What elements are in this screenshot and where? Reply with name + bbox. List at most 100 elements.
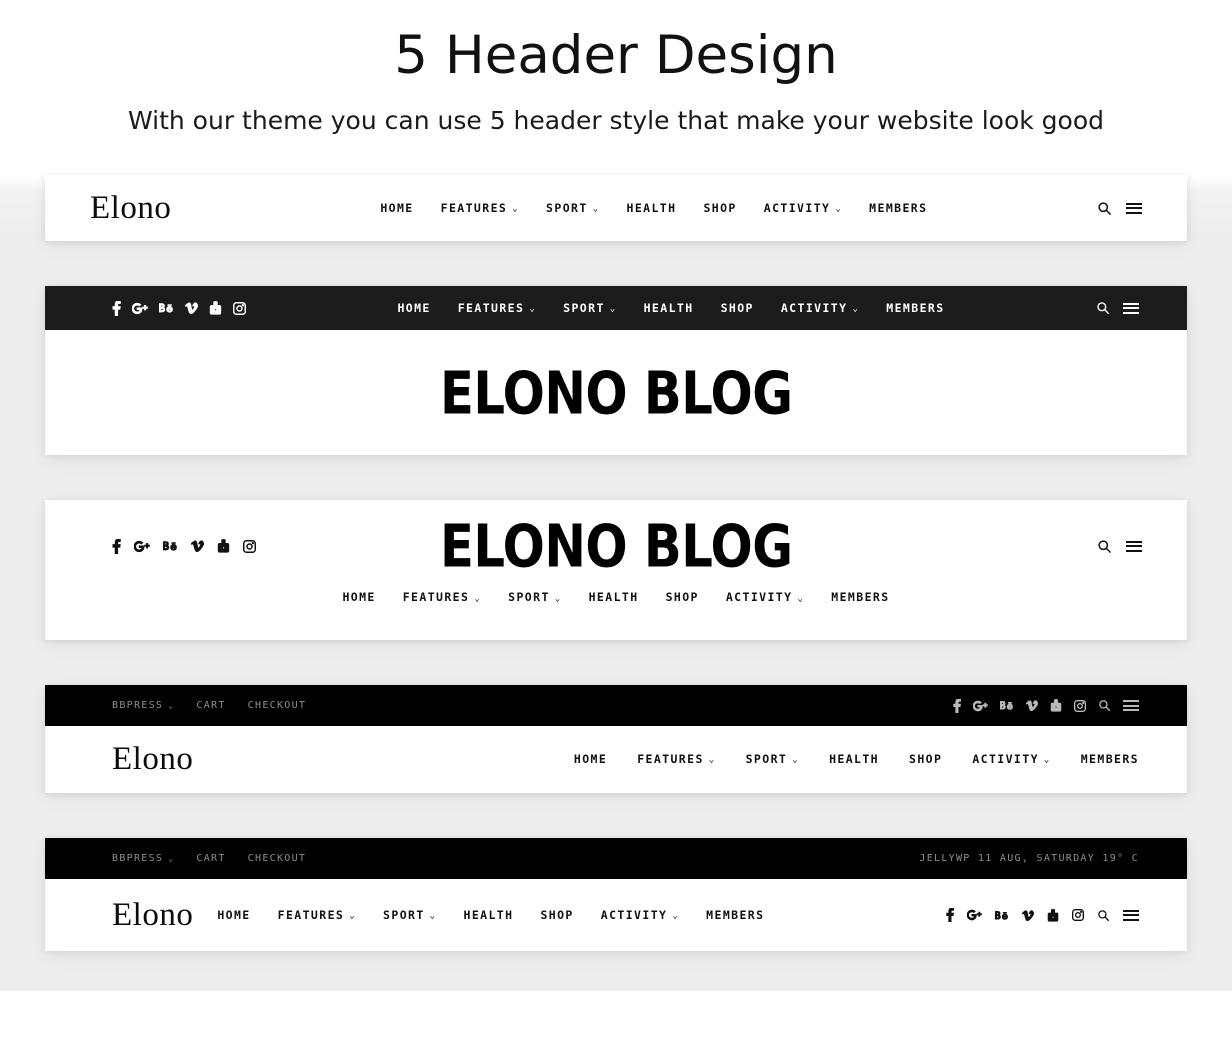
header-5-topbar: BBPRESS ⌄ CART CHECKOUT JELLYWP 11 AUG, S… — [45, 838, 1187, 880]
nav-item-members[interactable]: MEMBERS — [706, 909, 764, 922]
instagram-icon[interactable] — [1072, 909, 1084, 922]
nav-item-home[interactable]: HOME — [380, 200, 414, 215]
nav-item-features[interactable]: FEATURES ⌄ — [458, 302, 536, 315]
nav-item-members[interactable]: MEMBERS — [886, 300, 945, 315]
nav-label: MEMBERS — [1080, 752, 1139, 767]
nav-label: SHOP — [720, 300, 754, 315]
topbar-link-bbpress[interactable]: BBPRESS ⌄ — [112, 700, 174, 711]
googleplus-icon[interactable] — [132, 302, 148, 315]
youtube-icon[interactable] — [1047, 909, 1059, 922]
nav-item-shop[interactable]: SHOP — [720, 300, 754, 315]
nav-item-members[interactable]: MEMBERS — [831, 592, 889, 604]
nav-item-home[interactable]: HOME — [342, 592, 375, 604]
nav-item-activity[interactable]: ACTIVITY ⌄ — [972, 754, 1050, 766]
search-icon[interactable] — [1097, 201, 1112, 216]
topbar-link-checkout[interactable]: CHECKOUT — [248, 853, 307, 864]
nav-item-sport[interactable]: SPORT ⌄ — [383, 909, 436, 922]
nav-item-health[interactable]: HEALTH — [464, 909, 514, 922]
instagram-icon[interactable] — [1074, 699, 1086, 712]
chevron-down-icon: ⌄ — [835, 203, 843, 214]
behance-icon[interactable] — [1000, 700, 1014, 711]
logo-elono-blog[interactable]: ELONO BLOG — [440, 517, 793, 576]
nav-item-shop[interactable]: SHOP — [540, 909, 573, 922]
chevron-down-icon: ⌄ — [609, 303, 617, 314]
topbar-link-cart[interactable]: CART — [196, 853, 225, 864]
topbar-link-checkout[interactable]: CHECKOUT — [248, 700, 307, 711]
vimeo-icon[interactable] — [191, 540, 204, 553]
nav-item-home[interactable]: HOME — [574, 754, 607, 766]
menu-icon[interactable] — [1126, 202, 1142, 214]
logo-elono[interactable]: Elono — [90, 191, 171, 225]
instagram-icon[interactable] — [243, 539, 256, 553]
youtube-icon[interactable] — [209, 301, 222, 315]
vimeo-icon[interactable] — [185, 302, 198, 315]
behance-icon[interactable] — [995, 910, 1009, 921]
logo-elono[interactable]: Elono — [112, 743, 193, 776]
nav-label: SPORT — [546, 200, 588, 215]
googleplus-icon[interactable] — [967, 909, 982, 921]
nav-item-features[interactable]: FEATURES ⌄ — [637, 754, 715, 766]
logo-elono[interactable]: Elono — [112, 898, 193, 932]
youtube-icon[interactable] — [1050, 699, 1062, 713]
topbar-link-cart[interactable]: CART — [196, 700, 225, 711]
social-links — [953, 698, 1139, 713]
search-icon[interactable] — [1098, 699, 1111, 712]
nav-label: HOME — [380, 200, 414, 215]
nav-label: HEALTH — [829, 752, 880, 767]
nav-item-home[interactable]: HOME — [397, 302, 430, 315]
behance-icon[interactable] — [163, 540, 178, 552]
behance-icon[interactable] — [159, 302, 174, 314]
menu-icon[interactable] — [1123, 700, 1139, 712]
facebook-icon[interactable] — [112, 300, 121, 316]
nav-label: SPORT — [508, 590, 550, 605]
header-1-actions — [1097, 201, 1142, 216]
nav-item-activity[interactable]: ACTIVITY ⌄ — [726, 592, 804, 604]
nav-item-members[interactable]: MEMBERS — [1081, 754, 1139, 766]
nav-item-shop[interactable]: SHOP — [909, 754, 942, 766]
topbar-label: CHECKOUT — [247, 853, 307, 865]
instagram-icon[interactable] — [233, 301, 246, 315]
nav-label: HEALTH — [588, 590, 639, 605]
header-3-nav-row: HOME FEATURES ⌄ SPORT ⌄ HEALTH SHOP ACTIVI… — [45, 592, 1187, 640]
nav-item-home[interactable]: HOME — [217, 909, 250, 922]
search-icon[interactable] — [1097, 909, 1110, 922]
menu-icon[interactable] — [1123, 909, 1139, 921]
nav-label: HEALTH — [626, 200, 677, 215]
nav-item-sport[interactable]: SPORT ⌄ — [746, 754, 799, 766]
topbar-link-bbpress[interactable]: BBPRESS ⌄ — [112, 853, 174, 864]
googleplus-icon[interactable] — [973, 700, 988, 712]
nav-item-activity[interactable]: ACTIVITY ⌄ — [764, 202, 843, 215]
search-icon[interactable] — [1096, 301, 1110, 315]
nav-item-features[interactable]: FEATURES ⌄ — [441, 202, 519, 215]
header-2-logo-row: ELONO BLOG — [45, 330, 1187, 456]
nav-item-health[interactable]: HEALTH — [589, 592, 639, 604]
nav-item-activity[interactable]: ACTIVITY ⌄ — [601, 909, 679, 922]
nav-item-sport[interactable]: SPORT ⌄ — [563, 302, 617, 315]
nav-item-activity[interactable]: ACTIVITY ⌄ — [781, 302, 859, 315]
facebook-icon[interactable] — [953, 698, 961, 713]
vimeo-icon[interactable] — [1026, 700, 1038, 712]
nav-item-health[interactable]: HEALTH — [829, 754, 879, 766]
nav-label: SHOP — [665, 590, 699, 605]
chevron-down-icon: ⌄ — [792, 755, 800, 766]
googleplus-icon[interactable] — [134, 540, 150, 553]
logo-elono-blog[interactable]: ELONO BLOG — [440, 363, 793, 422]
nav-item-sport[interactable]: SPORT ⌄ — [546, 200, 599, 215]
nav-item-health[interactable]: HEALTH — [626, 200, 677, 215]
menu-icon[interactable] — [1122, 302, 1139, 314]
vimeo-icon[interactable] — [1022, 910, 1034, 921]
nav-label: MEMBERS — [886, 300, 945, 315]
youtube-icon[interactable] — [217, 539, 230, 553]
nav-item-features[interactable]: FEATURES ⌄ — [403, 592, 481, 604]
nav-item-shop[interactable]: SHOP — [666, 592, 699, 604]
nav-item-shop[interactable]: SHOP — [703, 202, 736, 215]
menu-icon[interactable] — [1126, 540, 1142, 552]
nav-item-sport[interactable]: SPORT ⌄ — [508, 592, 561, 604]
facebook-icon[interactable] — [112, 538, 121, 554]
nav-item-features[interactable]: FEATURES ⌄ — [278, 909, 356, 922]
search-icon[interactable] — [1097, 539, 1112, 554]
nav-item-health[interactable]: HEALTH — [644, 302, 694, 315]
topbar-label: CHECKOUT — [247, 700, 307, 712]
nav-item-members[interactable]: MEMBERS — [869, 202, 927, 215]
facebook-icon[interactable] — [946, 908, 954, 923]
